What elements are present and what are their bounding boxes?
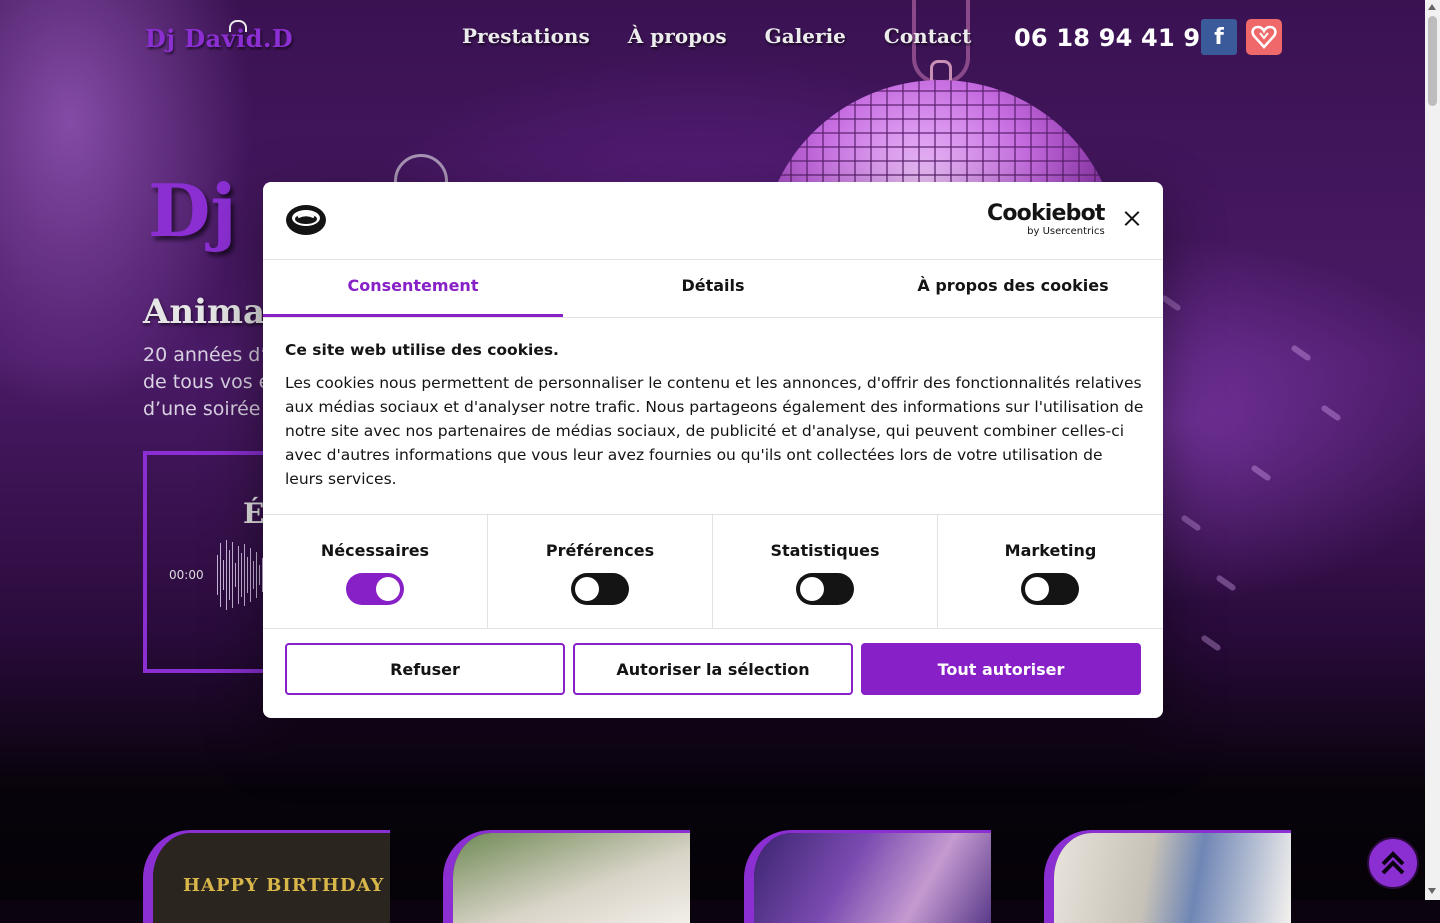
toggle-label: Nécessaires xyxy=(320,541,430,560)
cookie-consent-dialog: Cookiebot by Usercentrics Consentement D… xyxy=(263,182,1163,718)
light-spark xyxy=(1200,634,1222,652)
nav-galerie[interactable]: Galerie xyxy=(765,24,846,48)
site-logo[interactable]: Dj David.D xyxy=(145,24,293,53)
refuse-button[interactable]: Refuser xyxy=(285,643,565,695)
light-spark xyxy=(1320,404,1342,422)
light-spark xyxy=(1250,464,1272,482)
switch-knob xyxy=(800,577,824,601)
card-image xyxy=(1054,833,1291,923)
toggle-necessaires: Nécessaires xyxy=(263,515,488,628)
dialog-tabs: Consentement Détails À propos des cookie… xyxy=(263,259,1163,318)
player-title: É xyxy=(243,497,265,530)
dialog-title: Ce site web utilise des cookies. xyxy=(285,341,559,359)
dialog-header: Cookiebot by Usercentrics xyxy=(263,182,1163,260)
dialog-body-text: Les cookies nous permettent de personnal… xyxy=(285,374,1144,488)
light-spark xyxy=(1160,294,1182,312)
scroll-down-arrow-icon[interactable] xyxy=(1428,888,1436,894)
facebook-glyph: f xyxy=(1214,25,1224,50)
heart-icon[interactable] xyxy=(1246,19,1282,55)
toggle-label: Statistiques xyxy=(770,541,880,560)
brand-name: Cookiebot xyxy=(987,201,1105,226)
switch-knob xyxy=(575,577,599,601)
nav-a-propos[interactable]: À propos xyxy=(628,24,727,48)
necessaires-switch[interactable] xyxy=(346,573,404,605)
close-icon[interactable] xyxy=(1120,207,1144,231)
scroll-to-top-button[interactable] xyxy=(1367,837,1419,889)
service-card-birthday[interactable]: HAPPY BIRTHDAY xyxy=(143,830,390,923)
cookiebot-brand[interactable]: Cookiebot by Usercentrics xyxy=(987,202,1105,238)
switch-knob xyxy=(376,577,400,601)
marketing-switch[interactable] xyxy=(1021,573,1079,605)
main-nav: Prestations À propos Galerie Contact xyxy=(462,24,1009,48)
headphones-icon xyxy=(229,20,247,32)
card-image-text: HAPPY BIRTHDAY xyxy=(183,875,385,896)
nav-contact[interactable]: Contact xyxy=(884,24,971,48)
dialog-actions: Refuser Autoriser la sélection Tout auto… xyxy=(285,643,1141,695)
light-spark xyxy=(1215,574,1237,592)
switch-knob xyxy=(1025,577,1049,601)
service-card-corporate[interactable] xyxy=(1044,830,1291,923)
toggle-label: Marketing xyxy=(1004,541,1097,560)
allow-selection-button[interactable]: Autoriser la sélection xyxy=(573,643,853,695)
scrollbar-thumb[interactable] xyxy=(1428,16,1437,106)
tab-consentement[interactable]: Consentement xyxy=(263,259,563,317)
card-image xyxy=(453,833,690,923)
consent-toggles: Nécessaires Préférences Statistiques Mar… xyxy=(263,514,1163,629)
light-spark xyxy=(1180,514,1202,532)
service-card-party[interactable] xyxy=(744,830,991,923)
nav-prestations[interactable]: Prestations xyxy=(462,24,590,48)
hero-subtitle: Anima xyxy=(143,292,266,332)
service-card-wedding[interactable] xyxy=(443,830,690,923)
toggle-label: Préférences xyxy=(545,541,655,560)
card-image xyxy=(754,833,991,923)
page-scrollbar[interactable] xyxy=(1425,0,1440,900)
player-time: 00:00 xyxy=(169,568,204,582)
statistiques-switch[interactable] xyxy=(796,573,854,605)
scroll-up-arrow-icon[interactable] xyxy=(1428,4,1436,10)
double-chevron-up-icon xyxy=(1381,851,1405,875)
preferences-switch[interactable] xyxy=(571,573,629,605)
light-spark xyxy=(1290,344,1312,362)
toggle-marketing: Marketing xyxy=(938,515,1163,628)
toggle-statistiques: Statistiques xyxy=(713,515,938,628)
heart-glyph xyxy=(1251,25,1277,49)
phone-number[interactable]: 06 18 94 41 91 xyxy=(1014,24,1217,52)
brand-subtitle: by Usercentrics xyxy=(1027,226,1105,237)
allow-all-button[interactable]: Tout autoriser xyxy=(861,643,1141,695)
tab-details[interactable]: Détails xyxy=(563,259,863,317)
cookiebot-logo-icon xyxy=(286,205,326,235)
toggle-preferences: Préférences xyxy=(488,515,713,628)
tab-about-cookies[interactable]: À propos des cookies xyxy=(863,259,1163,317)
facebook-icon[interactable]: f xyxy=(1201,19,1237,55)
